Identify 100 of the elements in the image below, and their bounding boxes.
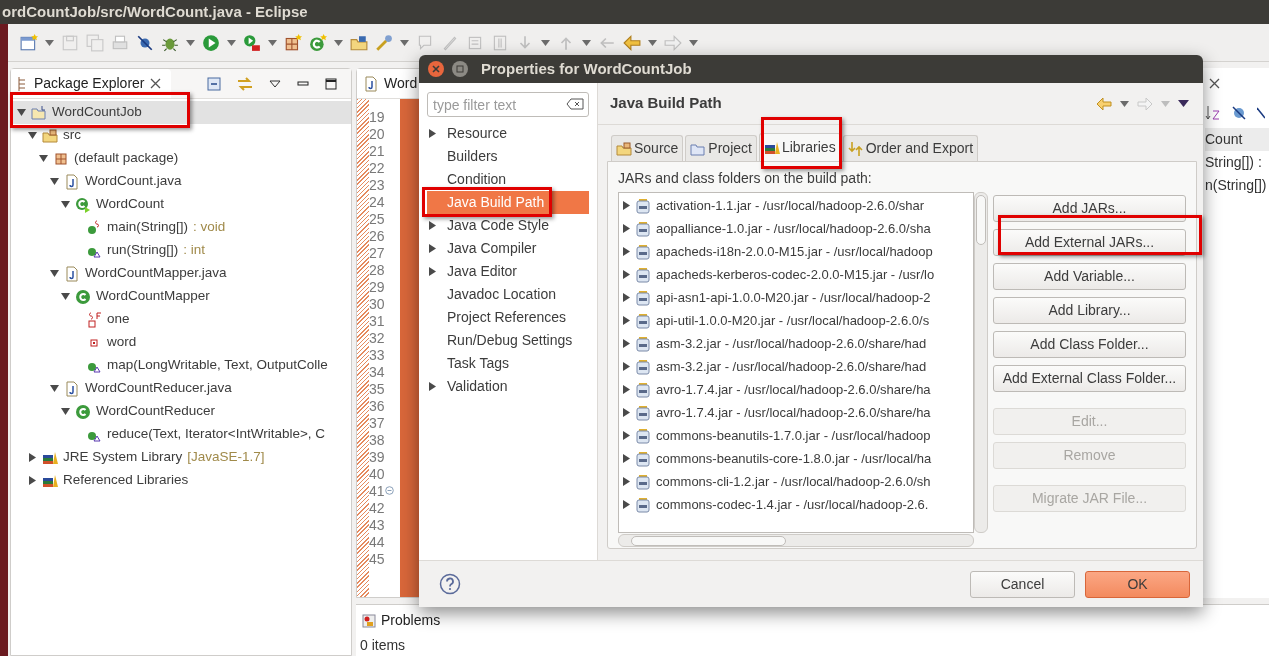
tree-row[interactable]: JRE System Library [JavaSE-1.7] [11,446,351,469]
collapsed-arrow-icon[interactable] [623,431,630,440]
tab[interactable]: Libraries [758,133,841,161]
run-tool-icon[interactable] [243,33,261,52]
collapse-all-icon[interactable] [207,76,221,91]
jar-entry[interactable]: avro-1.7.4.jar - /usr/local/hadoop-2.6.0/share/ha [656,379,931,400]
tree-item-label[interactable]: WordCountMapper [96,286,210,307]
tab[interactable]: Source [611,135,684,161]
tree-row[interactable]: src [11,124,351,147]
outline-row[interactable]: n(String[]) [1205,174,1269,197]
jar-entry[interactable]: commons-beanutils-1.7.0.jar - /usr/local/hadoop [656,425,931,446]
tab[interactable]: Project [685,135,757,161]
tree-row[interactable]: reduce(Text, Iterator<IntWritable>, C [11,423,351,446]
side-button[interactable]: Add External Class Folder... [993,365,1186,392]
collapsed-arrow-icon[interactable] [623,454,630,463]
dialog-button[interactable]: Cancel [970,570,1075,598]
tree-item-label[interactable]: WordCountReducer.java [85,378,232,399]
collapsed-arrow-icon[interactable] [623,270,630,279]
collapsed-arrow-icon[interactable] [623,339,630,348]
tree-item-label[interactable]: reduce(Text, Iterator<IntWritable>, C [107,424,326,445]
tree-row[interactable]: WordCount [11,193,351,216]
tree-row[interactable]: word [11,331,351,354]
caret-icon[interactable] [334,39,343,46]
category-item[interactable]: Validation [427,375,589,398]
category-item[interactable]: Java Compiler [427,237,589,260]
jar-entry[interactable]: asm-3.2.jar - /usr/local/hadoop-2.6.0/share/had [656,333,927,354]
category-item[interactable]: Task Tags [427,352,589,375]
tree-row[interactable]: WordCountReducer.java [11,377,351,400]
category-item[interactable]: Condition [427,168,589,191]
category-item[interactable]: Resource [427,122,589,145]
collapsed-arrow-icon[interactable] [623,362,630,371]
panel-tab[interactable]: Problems [362,610,441,631]
tree-item-label[interactable]: WordCount [96,194,165,215]
tree-row[interactable]: (default package) [11,147,351,170]
expanded-arrow-icon[interactable] [60,292,70,301]
collapsed-arrow-icon[interactable] [623,224,630,233]
jar-entry[interactable]: apacheds-i18n-2.0.0-M15.jar - /usr/local/hadoop [656,241,933,262]
hide-fields-icon[interactable] [1231,105,1247,121]
tree-item-label[interactable]: map(LongWritable, Text, OutputColle [107,355,328,376]
collapsed-arrow-icon[interactable] [27,453,37,462]
tree-row[interactable]: WordCountReducer [11,400,351,423]
collapsed-arrow-icon[interactable] [623,385,630,394]
collapsed-arrow-icon[interactable] [623,201,630,210]
tree-item-label[interactable]: WordCount.java [85,171,182,192]
jar-entry[interactable]: aopalliance-1.0.jar - /usr/local/hadoop-2.6.0/sha [656,218,931,239]
expanded-arrow-icon[interactable] [49,384,59,393]
fold-icon[interactable] [384,486,394,495]
collapsed-arrow-icon[interactable] [27,476,37,485]
caret-icon[interactable] [268,39,277,46]
clear-icon[interactable] [566,98,584,110]
collapsed-arrow-icon[interactable] [623,500,630,509]
tree-row[interactable]: run(String[]) : int [11,239,351,262]
tree-item-label[interactable]: (default package) [74,148,179,169]
category-item[interactable]: Project References [427,306,589,329]
tree-row[interactable]: map(LongWritable, Text, OutputColle [11,354,351,377]
tree-item-label[interactable]: Referenced Libraries [63,470,189,491]
tree-item-label[interactable]: JRE System Library [63,447,183,468]
side-button[interactable]: Add External JARs... [993,229,1186,256]
jar-entry[interactable]: api-asn1-api-1.0.0-M20.jar - /usr/local/hadoop-2 [656,287,931,308]
jar-entry[interactable]: apacheds-kerberos-codec-2.0.0-M15.jar - /usr/lo [656,264,935,285]
tree-row[interactable]: main(String[]) : void [11,216,351,239]
new-package-icon[interactable] [284,33,302,52]
tree-item-label[interactable]: word [107,332,137,353]
category-item[interactable]: Java Code Style [427,214,589,237]
expanded-arrow-icon[interactable] [27,131,37,140]
filter-field[interactable]: type filter text [427,92,589,117]
caret-icon[interactable] [186,39,195,46]
help-icon[interactable] [439,573,461,595]
tree-row[interactable]: one [11,308,351,331]
sort-icon[interactable] [1205,105,1221,121]
tree-item-label[interactable]: src [63,125,81,146]
close-icon[interactable] [427,60,445,78]
caret-icon[interactable] [45,39,54,46]
jar-entry[interactable]: asm-3.2.jar - /usr/local/hadoop-2.6.0/share/had [656,356,927,377]
side-button[interactable]: Add Class Folder... [993,331,1186,358]
back-arrow-icon[interactable] [623,33,641,52]
collapsed-arrow-icon[interactable] [429,129,436,138]
collapsed-arrow-icon[interactable] [623,408,630,417]
minimize-icon[interactable] [297,80,309,87]
category-item[interactable]: Builders [427,145,589,168]
collapsed-arrow-icon[interactable] [623,477,630,486]
collapsed-arrow-icon[interactable] [429,267,436,276]
jar-entry[interactable]: avro-1.7.4.jar - /usr/local/hadoop-2.6.0/share/ha [656,402,931,423]
category-item[interactable]: Run/Debug Settings [427,329,589,352]
back-arrow-icon[interactable] [1096,96,1112,111]
tree-row[interactable]: WordCount.java [11,170,351,193]
open-type-icon[interactable] [350,33,368,52]
side-button[interactable]: Add Library... [993,297,1186,324]
outline-row[interactable]: Count [1205,128,1269,151]
tab[interactable]: Order and Export [842,135,979,161]
side-button[interactable]: Add Variable... [993,263,1186,290]
vertical-scrollbar[interactable] [974,192,988,533]
close-icon[interactable] [149,78,161,89]
jar-entry[interactable]: api-util-1.0.0-M20.jar - /usr/local/hadoop-2.6.0/s [656,310,930,331]
expanded-arrow-icon[interactable] [60,200,70,209]
category-item[interactable]: Java Editor [427,260,589,283]
collapsed-arrow-icon[interactable] [429,244,436,253]
tree-item-label[interactable]: one [107,309,130,330]
horizontal-scrollbar[interactable] [618,534,974,547]
tree-row[interactable]: WordCountMapper [11,285,351,308]
